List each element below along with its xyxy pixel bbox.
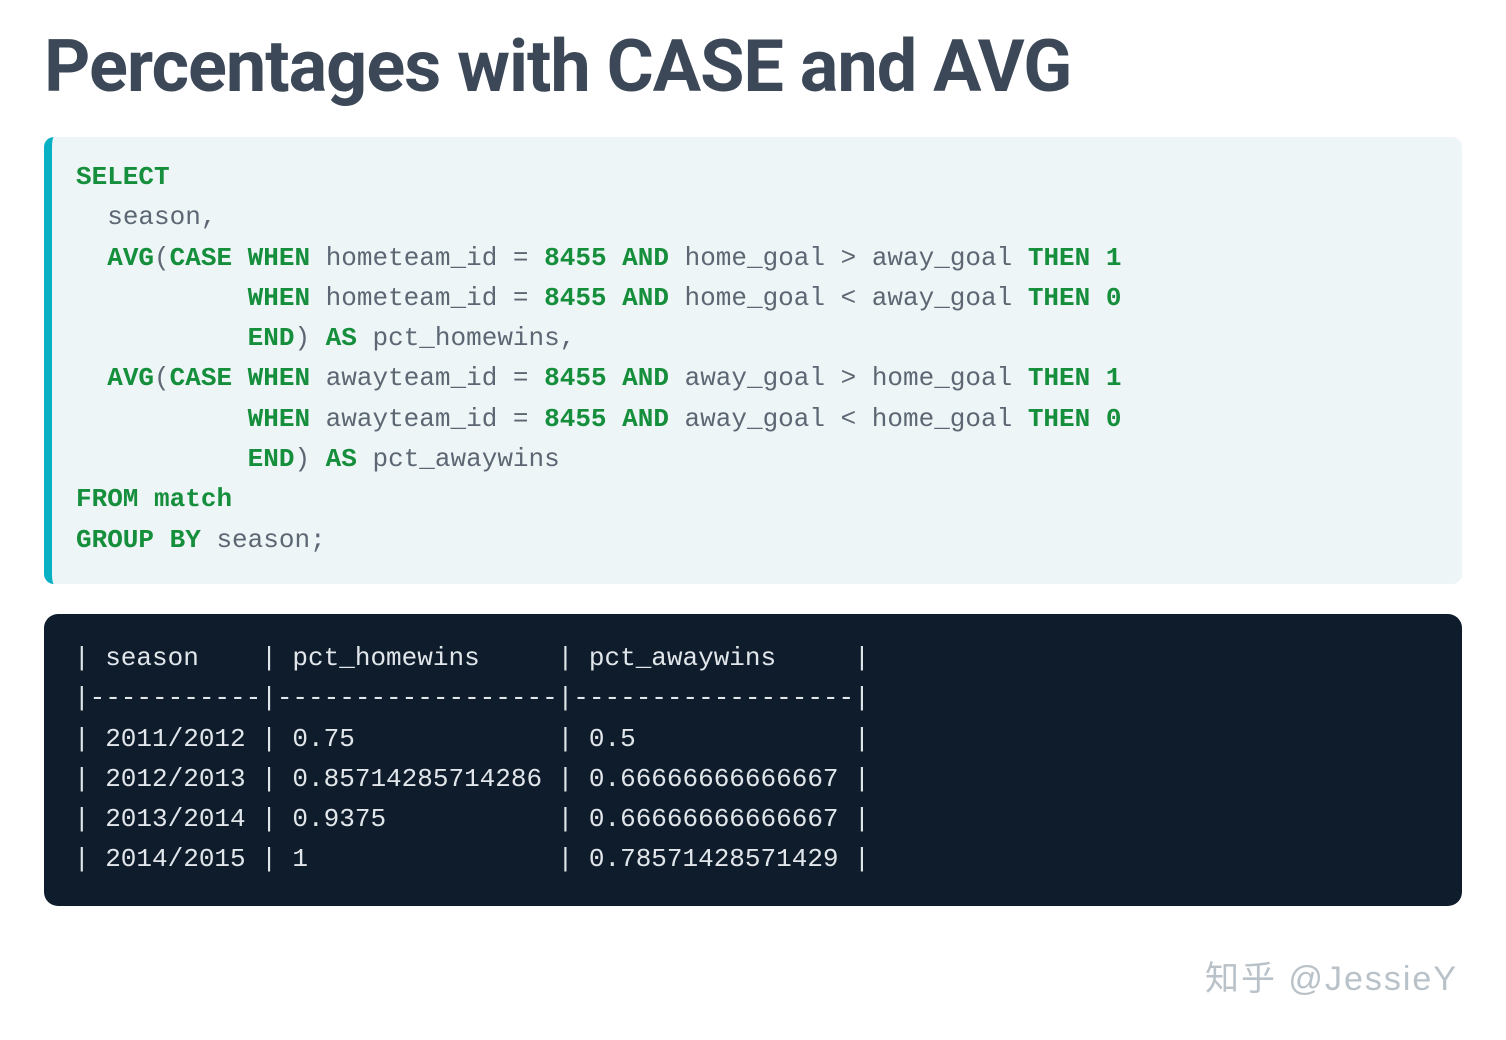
kw-avg-1: AVG: [107, 243, 154, 273]
paren-open-1: (: [154, 243, 170, 273]
kw-group-by: GROUP BY: [76, 525, 201, 555]
cond-home-b: hometeam_id =: [326, 283, 544, 313]
result-row: | 2012/2013 | 0.85714285714286 | 0.66666…: [74, 764, 870, 794]
kw-case-2: CASE: [170, 363, 232, 393]
alias-awaywins: pct_awaywins: [373, 444, 560, 474]
kw-and-2a: AND: [622, 363, 669, 393]
val-8455-c: 8455: [544, 363, 606, 393]
sql-code-block: SELECT season, AVG(CASE WHEN hometeam_id…: [44, 137, 1462, 584]
cond-away-gt: away_goal > home_goal: [669, 363, 1028, 393]
cond-home-gt: home_goal > away_goal: [669, 243, 1028, 273]
val-0d: 0: [1106, 404, 1122, 434]
kw-and-1b: AND: [622, 283, 669, 313]
kw-select: SELECT: [76, 162, 170, 192]
table-name: match: [154, 484, 232, 514]
kw-case-1: CASE: [170, 243, 232, 273]
cond-away-lt: away_goal < home_goal: [669, 404, 1028, 434]
val-1a: 1: [1106, 243, 1122, 273]
kw-when-2a: WHEN: [248, 363, 310, 393]
slide: Percentages with CASE and AVG SELECT sea…: [0, 0, 1506, 1040]
alias-homewins: pct_homewins,: [373, 323, 576, 353]
kw-and-1a: AND: [622, 243, 669, 273]
query-result-block: | season | pct_homewins | pct_awaywins |…: [44, 614, 1462, 906]
kw-end-2: END: [248, 444, 295, 474]
paren-open-2: (: [154, 363, 170, 393]
kw-then-1a: THEN: [1028, 243, 1090, 273]
result-row: | 2014/2015 | 1 | 0.78571428571429 |: [74, 844, 870, 874]
kw-as-2: AS: [326, 444, 357, 474]
group-col: season;: [216, 525, 325, 555]
kw-as-1: AS: [326, 323, 357, 353]
val-1c: 1: [1106, 363, 1122, 393]
watermark-text: 知乎 @JessieY: [1205, 951, 1458, 1000]
kw-when-1b: WHEN: [248, 283, 310, 313]
kw-when-1a: WHEN: [248, 243, 310, 273]
result-header: | season | pct_homewins | pct_awaywins |: [74, 643, 870, 673]
page-title: Percentages with CASE and AVG: [44, 24, 1462, 109]
paren-close-2: ): [294, 444, 310, 474]
kw-and-2b: AND: [622, 404, 669, 434]
result-divider: |-----------|------------------|--------…: [74, 683, 870, 713]
result-row: | 2011/2012 | 0.75 | 0.5 |: [74, 724, 870, 754]
paren-close-1: ): [294, 323, 310, 353]
kw-when-2b: WHEN: [248, 404, 310, 434]
cond-away-b: awayteam_id =: [326, 404, 544, 434]
val-0b: 0: [1106, 283, 1122, 313]
cond-home-a: hometeam_id =: [326, 243, 544, 273]
kw-avg-2: AVG: [107, 363, 154, 393]
cond-home-lt: home_goal < away_goal: [669, 283, 1028, 313]
result-row: | 2013/2014 | 0.9375 | 0.66666666666667 …: [74, 804, 870, 834]
kw-from: FROM: [76, 484, 138, 514]
kw-then-2b: THEN: [1028, 404, 1090, 434]
kw-then-1b: THEN: [1028, 283, 1090, 313]
val-8455-a: 8455: [544, 243, 606, 273]
cond-away-a: awayteam_id =: [326, 363, 544, 393]
val-8455-d: 8455: [544, 404, 606, 434]
kw-then-2a: THEN: [1028, 363, 1090, 393]
kw-end-1: END: [248, 323, 295, 353]
col-season: season,: [107, 202, 216, 232]
val-8455-b: 8455: [544, 283, 606, 313]
